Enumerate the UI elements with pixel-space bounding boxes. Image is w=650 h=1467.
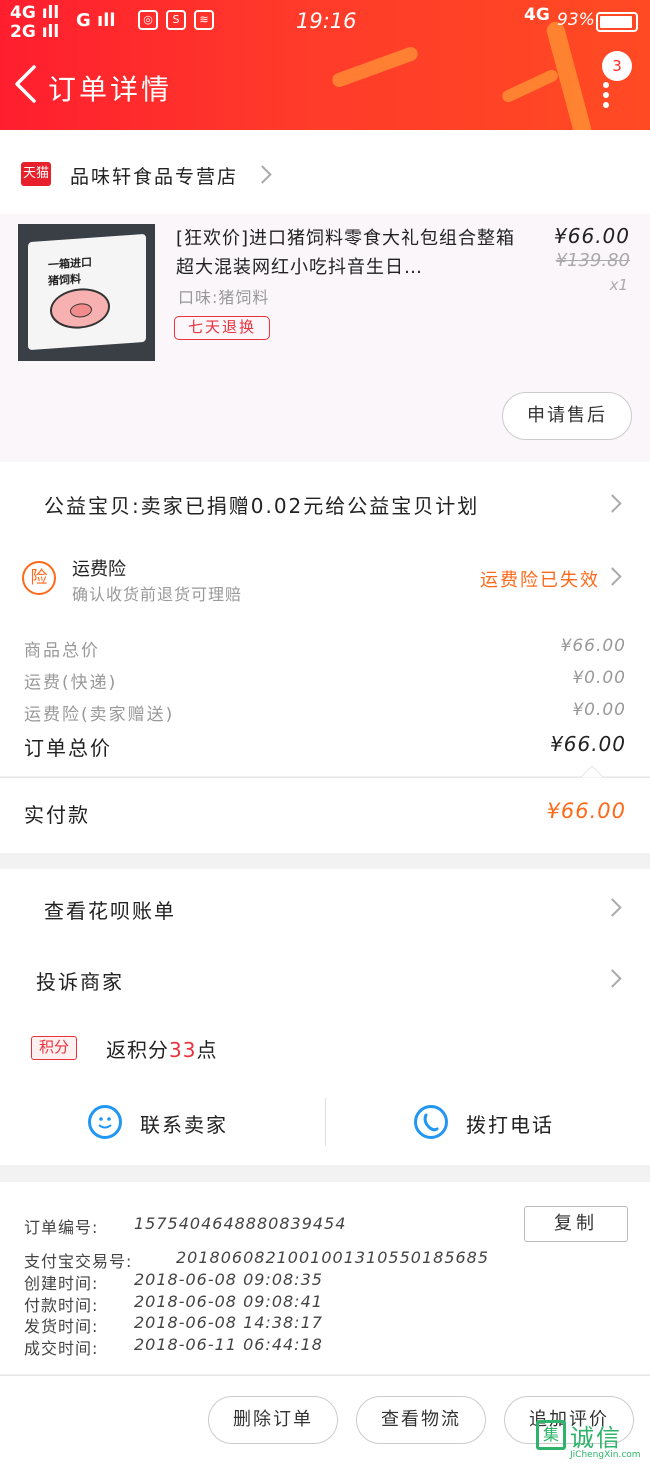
fee-value: ¥0.00 [572, 700, 626, 720]
created-time-value: 2018-06-08 09:08:35 [134, 1270, 323, 1289]
points-text: 返积分33点 [106, 1034, 217, 1063]
message-badge[interactable]: 3 [602, 51, 632, 81]
header-decoration [330, 45, 420, 89]
app-notification-icon: S [166, 10, 186, 30]
fee-label: 运费(快递) [24, 673, 118, 693]
product-original-price: ¥139.80 [555, 250, 630, 271]
return-policy-tag: 七天退换 [174, 316, 270, 340]
charity-text[interactable]: 公益宝贝:卖家已捐赠0.02元给公益宝贝计划 [44, 490, 479, 519]
done-time-label: 成交时间: [24, 1339, 99, 1358]
pig-face-icon [50, 286, 110, 331]
battery-icon [596, 12, 638, 32]
call-seller-label: 拨打电话 [466, 1113, 554, 1137]
product-box-illustration: 一箱进口 猪饲料 [28, 233, 146, 351]
fee-label: 商品总价 [24, 641, 100, 661]
signal-icon: 4G ıll 2G ıll [10, 3, 60, 42]
clock: 19:16 [296, 9, 357, 33]
product-box-label: 一箱进口 猪饲料 [48, 255, 92, 288]
view-logistics-button[interactable]: 查看物流 [356, 1396, 486, 1444]
points-count: 33 [169, 1038, 197, 1062]
app-notification-icon: ◎ [138, 10, 158, 30]
insurance-status[interactable]: 运费险已失效 [480, 566, 600, 592]
alipay-no-label: 支付宝交易号: [24, 1252, 133, 1271]
battery-percent: 93% [557, 10, 595, 30]
huabei-bill-link[interactable]: 查看花呗账单 [44, 895, 176, 924]
order-no-label: 订单编号: [24, 1218, 99, 1237]
page-title: 订单详情 [48, 73, 173, 106]
insurance-subtitle: 确认收货前退货可理赔 [72, 585, 243, 604]
pointer-triangle-icon [580, 765, 604, 778]
alipay-no-value: 2018060821001001310550185685 [176, 1248, 490, 1267]
copy-button[interactable]: 复制 [524, 1206, 628, 1242]
fee-label: 运费险(卖家赠送) [24, 705, 175, 725]
network-icon: 4G [524, 5, 550, 25]
fee-value: ¥66.00 [560, 636, 626, 656]
done-time-value: 2018-06-11 06:44:18 [134, 1335, 323, 1354]
points-badge: 积分 [31, 1036, 77, 1060]
insurance-title: 运费险 [72, 559, 126, 580]
status-bar: 4G ıll 2G ıll G ıll ◎ S ≋ 19:16 4G 93% [0, 0, 650, 44]
fee-value: ¥0.00 [572, 668, 626, 688]
points-suffix: 点 [196, 1038, 218, 1062]
more-menu-icon[interactable] [603, 82, 611, 108]
watermark-logo-icon: 集 [536, 1420, 566, 1450]
shop-name[interactable]: 品味轩食品专营店 [70, 162, 238, 189]
shipped-time-label: 发货时间: [24, 1317, 99, 1336]
product-spec: 口味:猪饲料 [178, 288, 270, 307]
contact-seller-label: 联系卖家 [140, 1113, 228, 1137]
insurance-icon: 险 [22, 561, 56, 595]
product-quantity: x1 [609, 276, 628, 294]
order-no-value: 1575404648880839454 [134, 1214, 347, 1233]
created-time-label: 创建时间: [24, 1274, 99, 1293]
aftersale-button[interactable]: 申请售后 [502, 392, 632, 440]
back-arrow-icon[interactable] [12, 64, 38, 104]
product-image[interactable]: 一箱进口 猪饲料 [18, 224, 155, 361]
site-watermark: 集 诚信 JiChengXin.com [530, 1414, 648, 1464]
complain-seller-link[interactable]: 投诉商家 [36, 966, 124, 995]
paid-value: ¥66.00 [546, 799, 626, 823]
tmall-icon: 天猫 [21, 162, 51, 186]
order-total-label: 订单总价 [24, 736, 112, 760]
call-seller-button[interactable]: 拨打电话 [326, 1096, 650, 1148]
watermark-text: 诚信 [570, 1424, 622, 1452]
product-title[interactable]: [狂欢价]进口猪饲料零食大礼包组合整箱超大混装网红小吃抖音生日… [176, 224, 521, 282]
shipped-time-value: 2018-06-08 14:38:17 [134, 1313, 323, 1332]
points-prefix: 返积分 [106, 1038, 169, 1062]
chat-icon [88, 1105, 122, 1139]
order-total-value: ¥66.00 [550, 732, 626, 756]
paid-time-value: 2018-06-08 09:08:41 [134, 1292, 323, 1311]
paid-label: 实付款 [24, 803, 90, 827]
header-bar: 4G ıll 2G ıll G ıll ◎ S ≋ 19:16 4G 93% 订单… [0, 0, 650, 130]
contact-seller-button[interactable]: 联系卖家 [0, 1096, 325, 1148]
delete-order-button[interactable]: 删除订单 [208, 1396, 338, 1444]
header-decoration [500, 67, 560, 105]
app-notification-icon: ≋ [194, 10, 214, 30]
product-price: ¥66.00 [554, 224, 630, 248]
product-card[interactable]: 一箱进口 猪饲料 [狂欢价]进口猪饲料零食大礼包组合整箱超大混装网红小吃抖音生日…… [0, 214, 650, 462]
signal-g-icon: G ıll [76, 10, 116, 31]
phone-icon [414, 1105, 448, 1139]
watermark-url: JiChengXin.com [570, 1450, 641, 1460]
